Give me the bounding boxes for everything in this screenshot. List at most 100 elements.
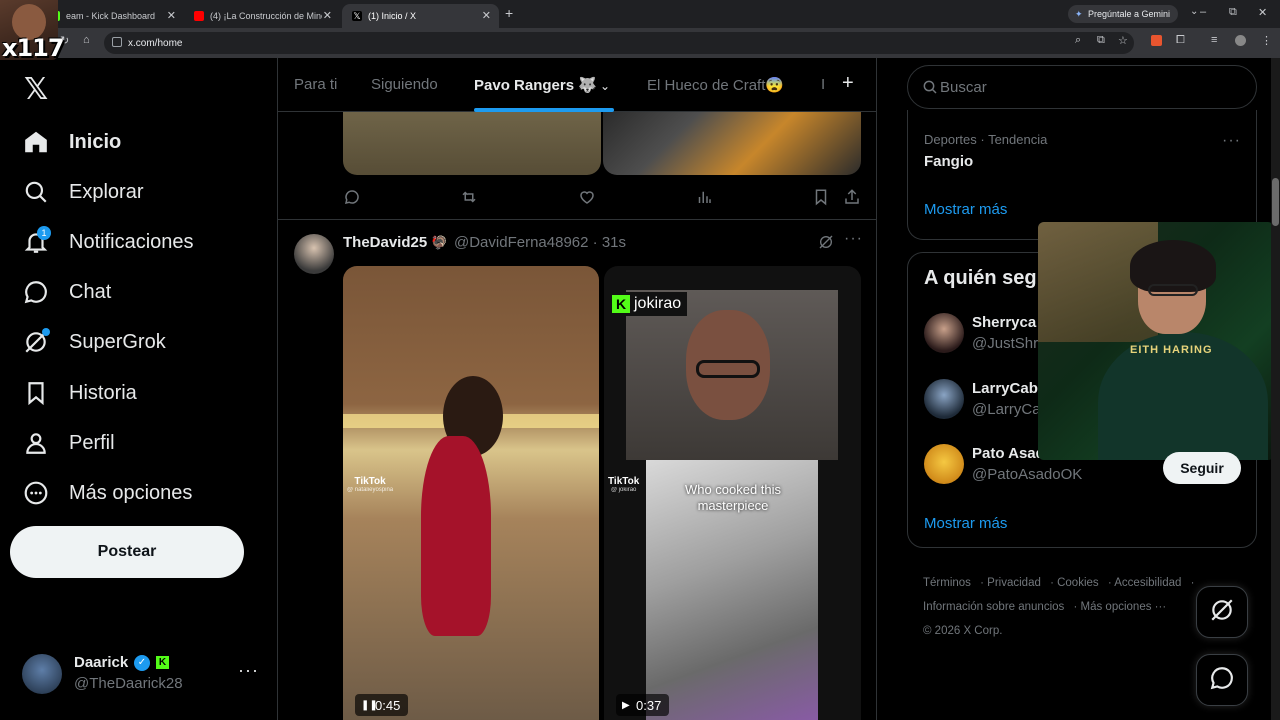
new-dot: [42, 328, 50, 336]
browser-tab-youtube[interactable]: (4) ¡La Construcción de Minecra ✕: [184, 4, 340, 28]
close-window-button[interactable]: ✕: [1258, 6, 1267, 19]
footer-link[interactable]: Accesibilidad: [1114, 577, 1181, 589]
tab-para-ti[interactable]: Para ti: [294, 76, 337, 93]
close-icon[interactable]: ✕: [323, 9, 332, 22]
star-icon[interactable]: ☆: [1118, 34, 1128, 47]
tab-search-icon[interactable]: ⌄: [1190, 6, 1198, 17]
x-logo-icon[interactable]: 𝕏: [24, 72, 48, 107]
footer-link[interactable]: Cookies: [1057, 577, 1099, 589]
sidebar-item-perfil[interactable]: Perfil: [22, 423, 115, 463]
tab-truncated[interactable]: I: [821, 76, 825, 93]
sidebar-item-mas-opciones[interactable]: Más opciones: [22, 473, 192, 513]
sidebar-item-label: SuperGrok: [69, 330, 166, 353]
avatar: [924, 379, 964, 419]
follow-button[interactable]: Seguir: [1163, 452, 1241, 484]
post-button[interactable]: Postear: [10, 526, 244, 578]
puzzle-icon[interactable]: ⧠: [1176, 34, 1185, 47]
footer-link[interactable]: Términos: [923, 577, 971, 589]
add-feed-button[interactable]: +: [842, 72, 854, 95]
gemini-button[interactable]: Pregúntale a Gemini: [1068, 5, 1179, 23]
avatar[interactable]: [294, 234, 334, 274]
browser-tab-bar: eam - Kick Dashboard ✕ (4) ¡La Construcc…: [0, 0, 1280, 28]
tweet-time: · 31s: [592, 234, 627, 251]
search-placeholder: Buscar: [940, 79, 987, 96]
sidebar-item-explorar[interactable]: Explorar: [22, 172, 143, 212]
minimize-button[interactable]: –: [1200, 6, 1206, 18]
footer-link[interactable]: Privacidad: [987, 577, 1041, 589]
grok-icon[interactable]: [818, 234, 834, 254]
tab-siguiendo[interactable]: Siguiendo: [371, 76, 438, 93]
sidebar-item-historia[interactable]: Historia: [22, 373, 137, 413]
who-show-more-link[interactable]: Mostrar más: [924, 515, 1007, 532]
home-browser-icon[interactable]: ⌂: [83, 34, 90, 46]
browser-menu-icon[interactable]: ⋮: [1261, 34, 1272, 47]
search-icon: [22, 178, 50, 206]
video-glasses: [696, 360, 760, 378]
browser-tab-kick[interactable]: eam - Kick Dashboard ✕: [40, 4, 184, 28]
like-icon[interactable]: [578, 188, 596, 210]
reply-icon[interactable]: [343, 188, 361, 210]
zoom-icon[interactable]: ⌕: [1075, 34, 1081, 47]
tiktok-watermark: TikTok @ jokirao: [608, 476, 639, 493]
browser-tab-x[interactable]: 𝕏 (1) Inicio / X ✕: [342, 4, 499, 28]
prev-tweet-media[interactable]: [603, 112, 861, 175]
extension-icon[interactable]: [1151, 35, 1162, 46]
tiktok-user: @ jokirao: [610, 487, 637, 493]
kick-icon: K: [612, 295, 630, 313]
more-icon[interactable]: ···: [238, 660, 259, 681]
sidebar-item-chat[interactable]: Chat: [22, 272, 111, 312]
scrollbar-thumb[interactable]: [1272, 178, 1279, 226]
video-duration[interactable]: ❚❚ 0:45: [355, 694, 409, 716]
sidebar-item-notificaciones[interactable]: 1 Notificaciones: [22, 222, 194, 262]
sidebar-item-supergrok[interactable]: SuperGrok: [22, 322, 166, 362]
share-icon[interactable]: [843, 188, 861, 210]
tweet-author-handle[interactable]: @DavidFerna48962 · 31s: [454, 234, 626, 251]
close-icon[interactable]: ✕: [167, 9, 176, 22]
avatar: [924, 313, 964, 353]
site-info-icon[interactable]: [112, 37, 122, 47]
sidebar-item-inicio[interactable]: Inicio: [22, 122, 121, 162]
verified-icon: ✓: [134, 655, 150, 671]
sidepanel-icon[interactable]: ≡: [1211, 34, 1217, 46]
tiktok-label: TikTok: [354, 476, 386, 487]
tab-el-hueco-de-craft[interactable]: El Hueco de Craft😨: [647, 76, 784, 94]
search-input[interactable]: Buscar: [907, 65, 1257, 109]
tab-pavo-rangers[interactable]: Pavo Rangers 🐺: [474, 76, 597, 94]
new-tab-button[interactable]: +: [505, 5, 513, 21]
page-scrollbar[interactable]: [1271, 58, 1280, 720]
bell-icon: 1: [22, 226, 51, 256]
kick-icon: K: [156, 656, 169, 669]
account-switcher[interactable]: Daarick ✓ K @TheDaarick28 ···: [22, 652, 262, 696]
tweet-video[interactable]: TikTok @ natalieyospina ❚❚ 0:45: [343, 266, 599, 720]
profile-icon[interactable]: [1235, 35, 1246, 46]
avatar: [22, 654, 62, 694]
trend-more-icon[interactable]: ···: [1222, 132, 1241, 150]
tweet-author-name[interactable]: TheDavid25: [343, 234, 427, 251]
trends-show-more-link[interactable]: Mostrar más: [924, 201, 1007, 218]
close-icon[interactable]: ✕: [482, 9, 491, 22]
sidebar-item-label: Explorar: [69, 180, 144, 203]
pause-icon: ❚❚: [361, 699, 378, 711]
sidebar-item-label: Más opciones: [69, 481, 193, 504]
video-duration[interactable]: ▶ 0:37: [616, 694, 670, 716]
who-to-follow-title: A quién seg: [924, 267, 1037, 289]
prev-tweet-media[interactable]: [343, 112, 601, 175]
messages-fab-button[interactable]: [1196, 654, 1248, 706]
kick-name: jokirao: [634, 295, 682, 312]
bookmark-icon[interactable]: [812, 188, 830, 210]
trend-name[interactable]: Fangio: [924, 153, 973, 170]
tweet-video[interactable]: K jokirao Who cooked this masterpiece Ti…: [604, 266, 861, 720]
footer-link[interactable]: Más opciones ···: [1081, 601, 1167, 613]
grok-fab-button[interactable]: [1196, 586, 1248, 638]
chevron-down-icon[interactable]: ⌄: [600, 79, 610, 93]
video-dress: [421, 436, 491, 636]
trend-meta: Deportes · Tendencia: [924, 132, 1048, 147]
url-field[interactable]: x.com/home: [104, 32, 1134, 54]
maximize-button[interactable]: ⧉: [1229, 6, 1237, 19]
views-icon[interactable]: [695, 188, 713, 210]
retweet-icon[interactable]: [460, 188, 478, 210]
install-icon[interactable]: ⧉: [1097, 34, 1105, 47]
footer-link[interactable]: Información sobre anuncios: [923, 601, 1064, 613]
grok-icon: [22, 328, 50, 356]
tweet-more-icon[interactable]: ···: [844, 230, 863, 248]
